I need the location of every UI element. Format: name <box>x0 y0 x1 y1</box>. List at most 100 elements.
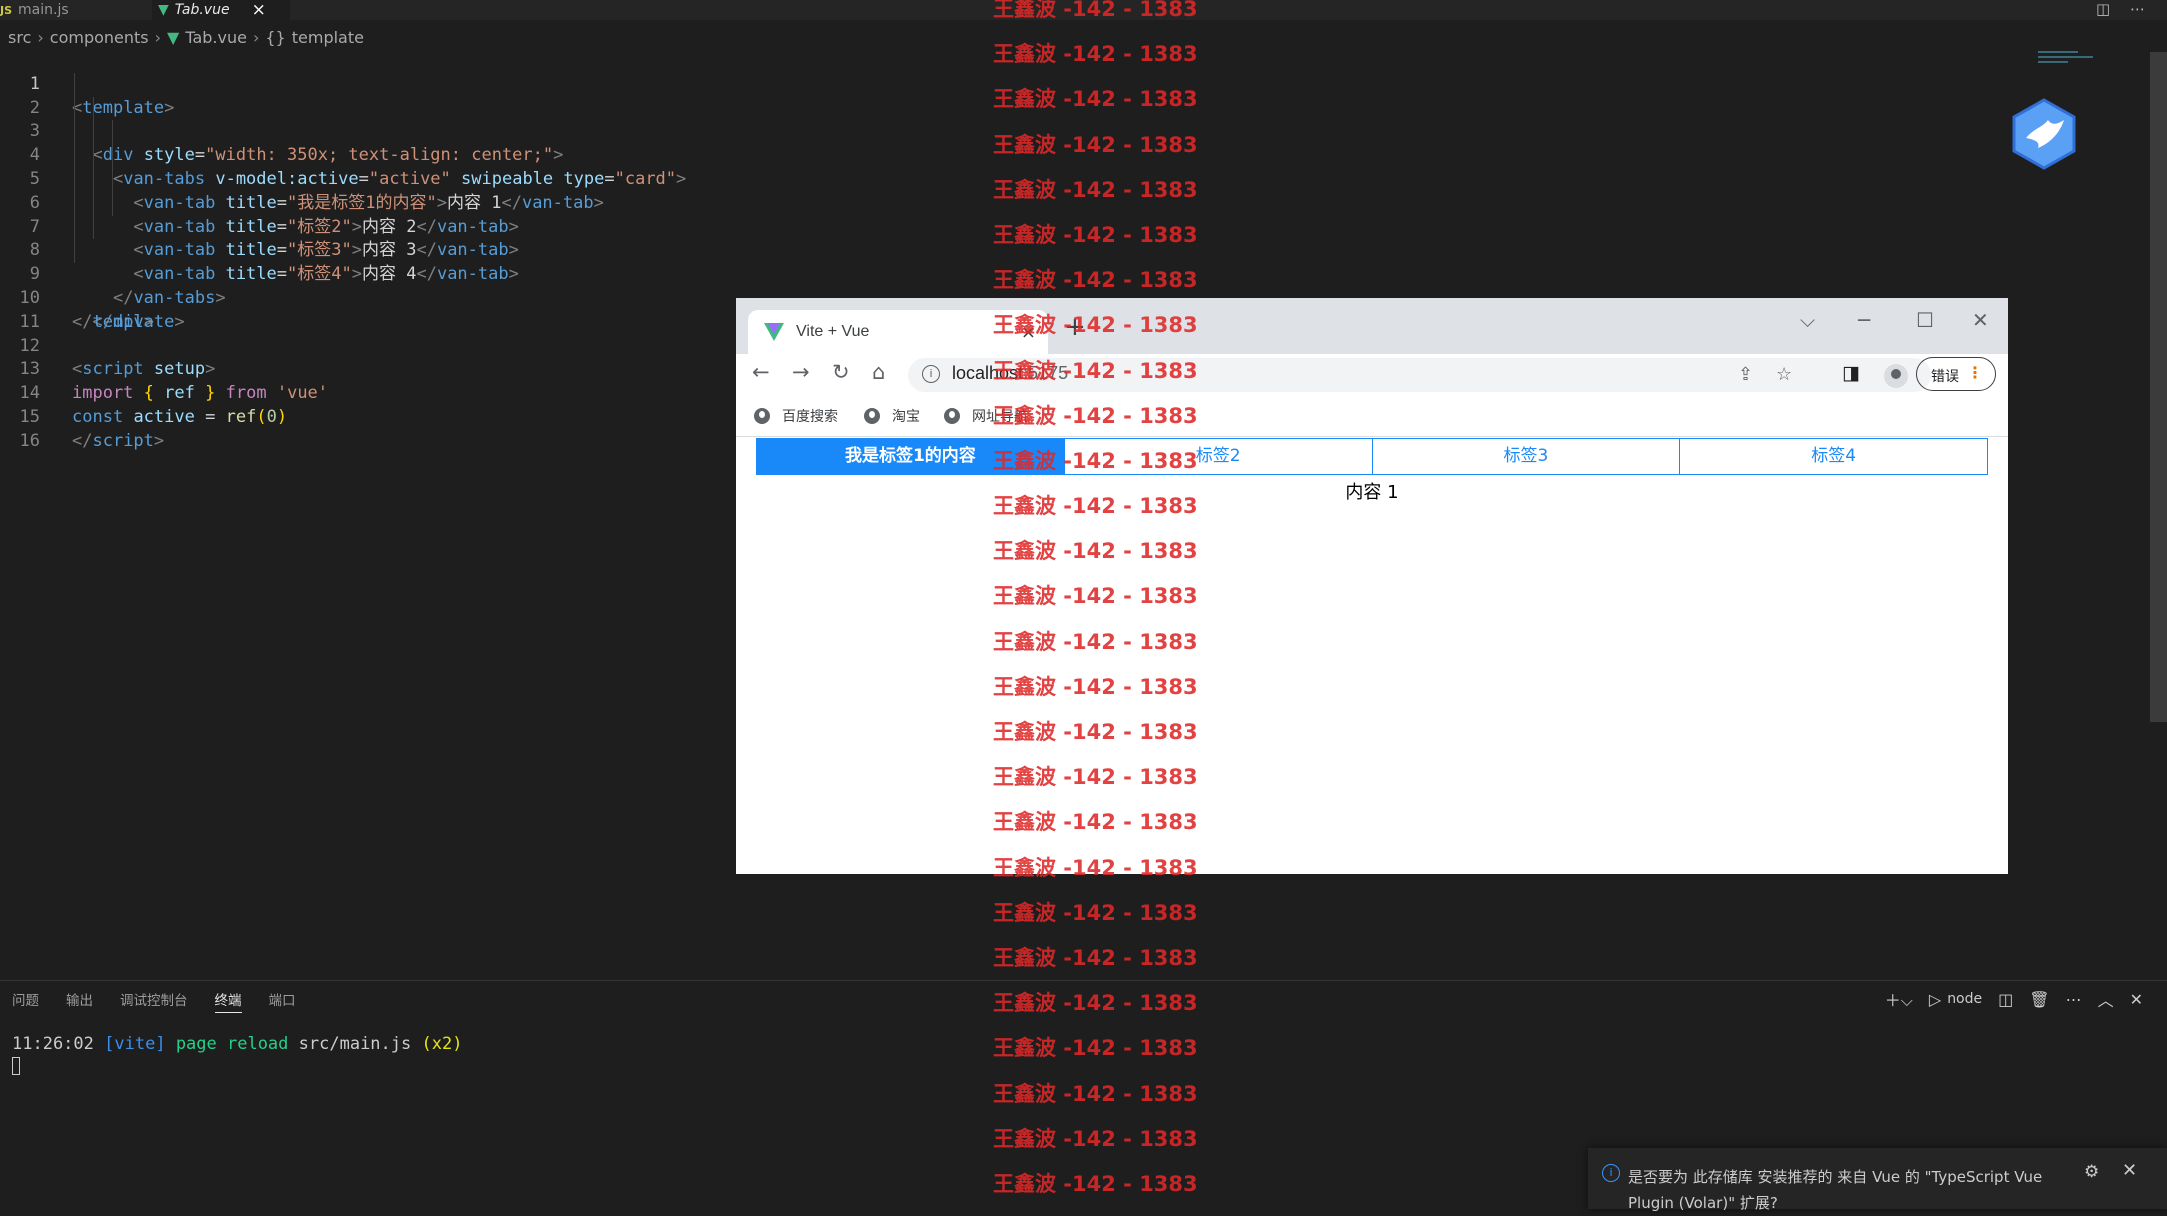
panel-tab-debug-console[interactable]: 调试控制台 <box>120 989 188 1013</box>
van-tab-2[interactable]: 标签2 <box>1065 439 1373 474</box>
profile-avatar[interactable] <box>1884 364 1908 388</box>
terminal-cursor[interactable] <box>12 1057 20 1075</box>
tab-search-icon[interactable]: ⌵ <box>1800 308 1815 332</box>
minimize-icon[interactable]: ─ <box>1858 308 1870 332</box>
vue-file-icon: ▼ <box>167 27 180 47</box>
van-tab-1[interactable]: 我是标签1的内容 <box>757 439 1065 474</box>
code-line: 10 </template> <box>0 263 2130 332</box>
browser-tab[interactable]: Vite + Vue × <box>748 310 1048 354</box>
close-icon[interactable]: ✕ <box>2122 1160 2137 1181</box>
browser-tab-title: Vite + Vue <box>796 323 870 340</box>
bookmark-item[interactable]: 淘宝 <box>864 406 920 426</box>
code-line: 9 </div> <box>0 239 2130 332</box>
code-line: 4 <van-tab title="我是标签1的内容">内容 1</van-ta… <box>0 120 2130 213</box>
close-icon[interactable]: × <box>252 0 266 20</box>
editor-tab-tab-vue[interactable]: ▼ Tab.vue × <box>152 0 290 20</box>
terminal-shell-icon: ▷ <box>1928 989 1942 1009</box>
watermark-text: 王鑫波 -142 - 1383 <box>993 900 1198 925</box>
terminal-path: src/main.js <box>298 1034 412 1054</box>
bookmark-item[interactable]: 百度搜索 <box>754 406 838 426</box>
home-icon[interactable]: ⌂ <box>872 360 885 384</box>
bookmark-label: 网址导航 <box>972 409 1028 425</box>
code-token: </ <box>72 430 93 451</box>
notification-message: 是否要为 此存储库 安装推荐的 来自 Vue 的 "TypeScript Vue… <box>1628 1168 2043 1212</box>
panel-tab-terminal[interactable]: 终端 <box>214 989 242 1013</box>
more-actions-icon[interactable]: ⋯ <box>2066 990 2082 1009</box>
van-tab-4[interactable]: 标签4 <box>1680 439 1987 474</box>
notification-toast: i 是否要为 此存储库 安装推荐的 来自 Vue 的 "TypeScript V… <box>1588 1148 2167 1212</box>
maximize-icon[interactable]: ☐ <box>1916 308 1934 332</box>
browser-titlebar: Vite + Vue × + ⌵ ─ ☐ ✕ <box>736 298 2008 354</box>
panel-tab-ports[interactable]: 端口 <box>269 989 296 1013</box>
code-line: 6 <van-tab title="标签3">内容 3</van-tab> <box>0 167 2130 260</box>
bird-logo-icon <box>2012 98 2076 170</box>
kebab-menu-icon: ⋮ <box>1967 363 1983 382</box>
tab-content: 内容 1 <box>1345 482 1399 503</box>
js-file-icon: JS <box>0 3 13 17</box>
new-tab-button[interactable]: + <box>1064 312 1086 342</box>
close-icon[interactable]: ✕ <box>2130 990 2143 1009</box>
error-button[interactable]: 错误 ⋮ <box>1916 357 1996 391</box>
chevron-up-icon[interactable]: ︿ <box>2098 987 2114 1011</box>
chevron-right-icon: › <box>154 27 162 47</box>
shell-label[interactable]: node <box>1947 991 1982 1007</box>
code-token: script <box>92 430 154 451</box>
vue-file-icon: ▼ <box>158 2 169 18</box>
split-terminal-icon[interactable]: ◫ <box>1998 990 2013 1009</box>
browser-toolbar: ← → ↻ ⌂ i localhost:5175 ⇪ ☆ ◨ 错误 ⋮ <box>736 354 2008 396</box>
editor-tab-label: main.js <box>18 2 69 18</box>
panel-tab-problems[interactable]: 问题 <box>12 989 39 1013</box>
code-line: 5 <van-tab title="标签2">内容 2</van-tab> <box>0 144 2130 237</box>
breadcrumb-components[interactable]: components <box>50 28 149 47</box>
panel-actions: ＋⌵ ▷ node ◫ 🗑 ⋯ ︿ ✕ <box>1885 987 2143 1011</box>
breadcrumb-file[interactable]: Tab.vue <box>185 28 247 47</box>
code-line: 8 </van-tabs> <box>0 215 2130 308</box>
trash-icon[interactable]: 🗑 <box>2029 990 2049 1009</box>
error-button-label: 错误 <box>1931 369 1959 385</box>
url-port: :5175 <box>1023 363 1069 383</box>
editor-scrollbar[interactable] <box>2150 52 2167 722</box>
bookmark-item[interactable]: 网址导航 <box>944 406 1028 426</box>
code-line: 3 <van-tabs v-model:active="active" swip… <box>0 96 2130 189</box>
back-arrow-icon[interactable]: ← <box>752 360 770 384</box>
breadcrumb-symbol[interactable]: template <box>292 28 364 47</box>
code-line: 1 <template> <box>0 49 2130 118</box>
window-close-icon[interactable]: ✕ <box>1972 308 1989 332</box>
code-line: 2 <div style="width: 350x; text-align: c… <box>0 72 2130 165</box>
share-icon[interactable]: ⇪ <box>1738 364 1753 385</box>
bookmark-label: 百度搜索 <box>782 409 838 425</box>
globe-icon <box>864 408 880 424</box>
chevron-right-icon: › <box>252 27 260 47</box>
site-info-icon[interactable]: i <box>922 365 940 383</box>
split-editor-icon[interactable]: ◫ <box>2096 0 2110 18</box>
url-host: localhost <box>952 363 1024 383</box>
terminal-time: 11:26:02 <box>12 1034 94 1054</box>
editor-tab-bar: JS main.js ▼ Tab.vue × ◫ ⋯ <box>0 0 2167 20</box>
watermark-text: 王鑫波 -142 - 1383 <box>993 945 1198 970</box>
side-panel-icon[interactable]: ◨ <box>1842 362 1860 384</box>
symbol-icon: {} <box>265 27 286 47</box>
code-line: 7 <van-tab title="标签4">内容 4</van-tab> <box>0 191 2130 284</box>
bookmark-star-icon[interactable]: ☆ <box>1776 364 1792 385</box>
breadcrumb: src › components › ▼ Tab.vue › {} templa… <box>8 26 364 48</box>
more-actions-icon[interactable]: ⋯ <box>2130 0 2145 18</box>
panel-tab-output[interactable]: 输出 <box>66 989 93 1013</box>
chevron-right-icon: › <box>37 27 44 47</box>
forward-arrow-icon[interactable]: → <box>792 360 810 384</box>
close-icon[interactable]: × <box>1021 322 1036 343</box>
minimap[interactable] <box>2038 48 2098 78</box>
breadcrumb-src[interactable]: src <box>8 28 31 47</box>
reload-icon[interactable]: ↻ <box>832 360 850 384</box>
van-tabs: 我是标签1的内容 标签2 标签3 标签4 <box>756 438 1988 475</box>
bookmark-label: 淘宝 <box>892 409 920 425</box>
new-terminal-icon[interactable]: ＋⌵ <box>1885 987 1913 1011</box>
terminal-message: page reload <box>175 1034 289 1054</box>
address-bar[interactable]: i localhost:5175 ⇪ ☆ <box>908 358 1931 392</box>
code-token: > <box>153 430 165 451</box>
line-number: 16 <box>19 430 40 451</box>
bookmarks-bar: 百度搜索 淘宝 网址导航 <box>736 396 2008 437</box>
terminal-count: (x2) <box>421 1034 463 1054</box>
van-tab-3[interactable]: 标签3 <box>1373 439 1681 474</box>
editor-tab-main-js[interactable]: JS main.js <box>0 0 150 20</box>
gear-icon[interactable]: ⚙ <box>2084 1162 2099 1182</box>
